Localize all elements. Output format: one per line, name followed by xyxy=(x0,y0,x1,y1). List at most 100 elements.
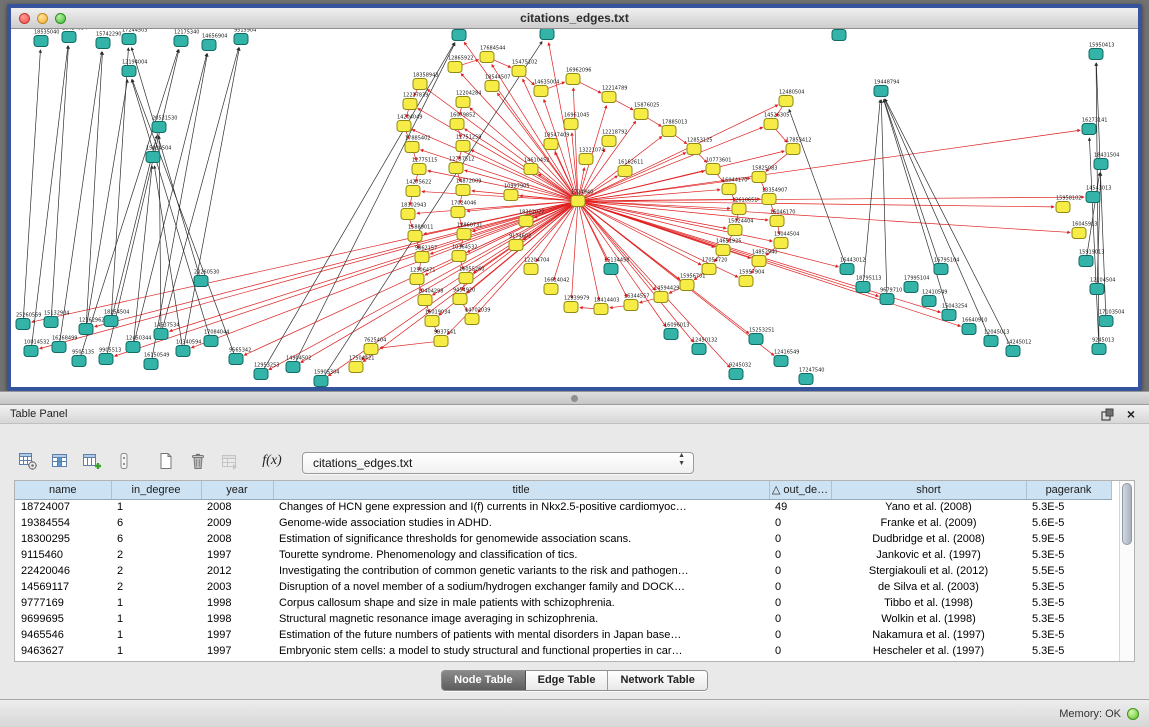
cell-title[interactable]: Genome-wide association studies in ADHD. xyxy=(273,515,769,531)
cell-title[interactable]: Corpus callosum shape and size in male p… xyxy=(273,595,769,611)
graph-node[interactable]: 15044504 xyxy=(774,232,799,249)
graph-node[interactable]: 17247540 xyxy=(799,368,824,385)
split-pane-divider[interactable] xyxy=(0,391,1149,404)
cell-title[interactable]: Changes of HCN gene expression and I(f) … xyxy=(273,499,769,515)
graph-node[interactable]: 16044170 xyxy=(722,178,747,195)
graph-node[interactable]: 9679710 xyxy=(880,288,902,305)
cell-year[interactable]: 1998 xyxy=(201,595,273,611)
cell-short[interactable]: Dudbridge et al. (2008) xyxy=(831,531,1026,547)
graph-node[interactable]: 14635004 xyxy=(534,80,559,97)
graph-edge[interactable] xyxy=(115,203,573,356)
graph-edge[interactable] xyxy=(86,52,102,323)
graph-node[interactable]: 16795104 xyxy=(934,258,959,275)
graph-node[interactable]: 9245013 xyxy=(1092,338,1114,355)
graph-node[interactable]: 17244503 xyxy=(122,29,147,45)
cell-pagerank[interactable]: 5.3E-5 xyxy=(1026,627,1111,643)
graph-node[interactable]: 15919013 xyxy=(1079,250,1104,267)
graph-node[interactable]: 17084044 xyxy=(204,330,229,347)
graph-node[interactable]: 15253251 xyxy=(749,328,774,345)
graph-node[interactable]: 16096013 xyxy=(664,323,689,340)
function-builder-icon[interactable]: f(x) xyxy=(258,448,286,474)
graph-node[interactable]: 16079852 xyxy=(450,113,475,130)
graph-node[interactable]: 12757512 xyxy=(449,157,474,174)
graph-node[interactable]: 9515904 xyxy=(234,29,256,45)
divider-grip-icon[interactable] xyxy=(571,395,578,402)
cell-year[interactable]: 1997 xyxy=(201,547,273,563)
table-row[interactable]: 946554611997Estimation of the future num… xyxy=(15,627,1111,643)
graph-node[interactable]: 7625404 xyxy=(364,338,386,355)
graph-node[interactable]: 10773601 xyxy=(706,158,731,175)
graph-node[interactable]: 12450344 xyxy=(126,336,151,353)
tab-node-table[interactable]: Node Table xyxy=(442,671,525,690)
graph-node[interactable]: 17103504 xyxy=(1099,310,1124,327)
graph-node[interactable]: 18302943 xyxy=(401,203,426,220)
graph-edge[interactable] xyxy=(789,109,845,263)
graph-node[interactable]: 16443012 xyxy=(840,258,865,275)
cell-year[interactable]: 2008 xyxy=(201,531,273,547)
cell-in-degree[interactable]: 2 xyxy=(111,547,201,563)
tab-network-table[interactable]: Network Table xyxy=(608,671,706,690)
graph-node[interactable]: 16150549 xyxy=(144,353,169,370)
graph-edge[interactable] xyxy=(421,150,573,199)
close-panel-icon[interactable]: × xyxy=(1123,406,1139,422)
graph-node[interactable]: 12204284 xyxy=(456,91,481,108)
graph-node[interactable]: 17853412 xyxy=(786,138,811,155)
graph-node[interactable]: 18535040 xyxy=(34,30,59,47)
graph-node[interactable]: 16019034 xyxy=(425,310,450,327)
graph-node[interactable]: 15475102 xyxy=(512,60,537,77)
graph-node[interactable]: 12214789 xyxy=(602,86,627,103)
graph-node[interactable]: 19448794 xyxy=(874,80,899,97)
cell-year[interactable]: 2003 xyxy=(201,579,273,595)
cell-in-degree[interactable]: 1 xyxy=(111,499,201,515)
cell-pagerank[interactable]: 5.3E-5 xyxy=(1026,499,1111,515)
graph-node[interactable]: 12939979 xyxy=(564,296,589,313)
cell-in-degree[interactable]: 6 xyxy=(111,531,201,547)
graph-node[interactable]: 14526305 xyxy=(764,113,789,130)
cell-title[interactable]: Disruption of a novel member of a sodium… xyxy=(273,579,769,595)
cell-pagerank[interactable]: 5.3E-5 xyxy=(1026,579,1111,595)
table-row[interactable]: 1830029562008Estimation of significance … xyxy=(15,531,1111,547)
graph-node[interactable]: 18254504 xyxy=(104,310,129,327)
graph-node[interactable]: 17885402 xyxy=(405,136,430,153)
new-column-icon[interactable] xyxy=(78,448,106,474)
cell-out-degree[interactable]: 0 xyxy=(769,579,831,595)
graph-edge[interactable] xyxy=(580,308,595,309)
graph-node[interactable]: 9905513 xyxy=(99,348,121,365)
cell-pagerank[interactable]: 5.5E-5 xyxy=(1026,563,1111,579)
cell-year[interactable]: 2009 xyxy=(201,515,273,531)
cell-short[interactable]: Nakamura et al. (1997) xyxy=(831,627,1026,643)
window-titlebar[interactable]: citations_edges.txt xyxy=(11,8,1138,29)
graph-node[interactable]: 9565342 xyxy=(229,348,251,365)
graph-node[interactable]: 13354907 xyxy=(762,188,787,205)
column-header-out-degree[interactable]: △ out_de… xyxy=(769,481,831,499)
table-row[interactable]: 1872400712008Changes of HCN gene express… xyxy=(15,499,1111,515)
cell-out-degree[interactable]: 0 xyxy=(769,547,831,563)
cell-in-degree[interactable]: 6 xyxy=(111,515,201,531)
graph-node[interactable]: 15876025 xyxy=(634,103,659,120)
cell-title[interactable]: Investigating the contribution of common… xyxy=(273,563,769,579)
graph-edge[interactable] xyxy=(610,306,625,308)
cell-out-degree[interactable]: 0 xyxy=(769,595,831,611)
scrollbar-thumb[interactable] xyxy=(1122,483,1132,545)
graph-edge[interactable] xyxy=(884,100,939,264)
graph-node[interactable]: 15024404 xyxy=(728,219,753,236)
cell-year[interactable]: 1997 xyxy=(201,627,273,643)
graph-node[interactable]: 16273141 xyxy=(1082,118,1107,135)
graph-node[interactable]: 16162611 xyxy=(618,160,643,177)
column-header-in-degree[interactable]: in_degree xyxy=(111,481,201,499)
graph-edge[interactable] xyxy=(578,82,601,93)
table-row[interactable]: 946362711997Embryonic stem cells: a mode… xyxy=(15,643,1111,659)
graph-node[interactable]: 14702039 xyxy=(465,308,490,325)
graph-node[interactable]: 18431504 xyxy=(1094,153,1119,170)
graph-node[interactable]: 15905304 xyxy=(314,370,339,387)
graph-node[interactable]: 12853125 xyxy=(687,138,712,155)
graph-node[interactable]: 10340594 xyxy=(176,340,201,357)
cell-pagerank[interactable]: 5.3E-5 xyxy=(1026,643,1111,659)
delete-table-icon[interactable] xyxy=(184,448,212,474)
cell-name[interactable]: 9463627 xyxy=(15,643,111,659)
network-canvas[interactable]: 1724940183589431222783914204049178854021… xyxy=(11,29,1138,387)
cell-name[interactable]: 22420046 xyxy=(15,563,111,579)
graph-edge[interactable] xyxy=(154,166,182,345)
graph-node[interactable]: 12506471 xyxy=(410,268,435,285)
graph-node[interactable]: 12194004 xyxy=(122,60,147,77)
